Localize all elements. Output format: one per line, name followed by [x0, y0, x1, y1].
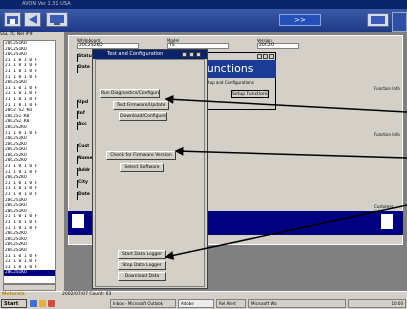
maximize-icon[interactable]	[263, 54, 268, 59]
function-info2-label: Function Info	[374, 132, 400, 137]
clock: 10:00	[391, 301, 403, 306]
task-adobe[interactable]: Adobe	[178, 299, 214, 308]
left-list-hscrollbar[interactable]	[3, 284, 56, 291]
window-icon[interactable]	[367, 13, 389, 27]
download-configure-button[interactable]: Download/Configure	[119, 112, 167, 121]
trash-icon[interactable]	[381, 214, 393, 229]
home-icon[interactable]	[4, 12, 21, 27]
app-title-bar: AVON Ver 1.31 USA	[0, 0, 407, 9]
task-rel-alert[interactable]: Rel Alert	[216, 299, 246, 308]
functions-dialog: Functions Setup and Configurations Setup…	[196, 52, 276, 110]
setup-functions-button[interactable]: Setup Functions	[231, 90, 269, 98]
main-toolbar: >>	[0, 9, 407, 32]
monitor-icon[interactable]	[46, 12, 68, 27]
status-text: 2002/07/07 Count: 03	[62, 292, 112, 297]
functions-title: Functions	[197, 60, 276, 78]
tc-dialog-body: Run Diagnostics/Configure Test Firmware/…	[95, 59, 205, 287]
functions-subtitle: Setup and Configurations	[203, 80, 254, 85]
status-brand: Motorola	[2, 292, 25, 297]
select-software-button[interactable]: Select Software	[120, 163, 164, 172]
close-icon[interactable]	[269, 54, 274, 59]
task-outlook[interactable]: Inbox - Microsoft Outlook	[110, 299, 176, 308]
version-field[interactable]: 20C2O	[257, 43, 299, 49]
tc-close-icon[interactable]	[196, 52, 201, 57]
app-title: AVON Ver 1.31 USA	[22, 1, 71, 7]
device-list[interactable]: 20C2S1KO 20C2S1KO 20C2S1KO J1 1 0 1 0 F J1 1…	[3, 40, 56, 284]
tc-maximize-icon[interactable]	[189, 52, 194, 57]
start-button[interactable]: Start	[1, 299, 27, 308]
app-icon[interactable]	[48, 300, 55, 307]
back-icon[interactable]	[24, 12, 41, 27]
stop-data-logger-button[interactable]: Stop Data Logger	[118, 261, 166, 270]
function-info-label: Function Info	[374, 86, 400, 91]
list-item[interactable]: 20C2S1KO	[4, 270, 55, 276]
tc-minimize-icon[interactable]	[182, 52, 187, 57]
ie-icon[interactable]	[30, 300, 37, 307]
test-configuration-dialog: Test and Configuration Run Diagnostics/C…	[92, 49, 208, 289]
document-icon[interactable]	[72, 214, 84, 228]
check-firmware-version-button[interactable]: Check for Firmware Version	[106, 151, 176, 160]
status-line: Motorola 2002/07/07 Count: 03	[0, 292, 407, 298]
start-data-logger-button[interactable]: Start Data Logger	[118, 250, 166, 259]
task-word[interactable]: Microsoft Wo	[248, 299, 346, 308]
folder-icon[interactable]	[39, 300, 46, 307]
left-list-header: SSL TC Nel ##	[0, 32, 58, 40]
test-firmware-button[interactable]: Test Firmware/Update	[113, 101, 169, 110]
help-icon[interactable]	[392, 12, 407, 32]
download-data-button[interactable]: Download Data	[118, 272, 166, 281]
run-diagnostics-button[interactable]: Run Diagnostics/Configure	[100, 89, 160, 98]
system-tray: 10:00	[348, 299, 406, 308]
taskbar: Motorola 2002/07/07 Count: 03 Start Inbo…	[0, 291, 407, 309]
forward-button[interactable]: >>	[279, 14, 321, 26]
minimize-icon[interactable]	[257, 54, 262, 59]
